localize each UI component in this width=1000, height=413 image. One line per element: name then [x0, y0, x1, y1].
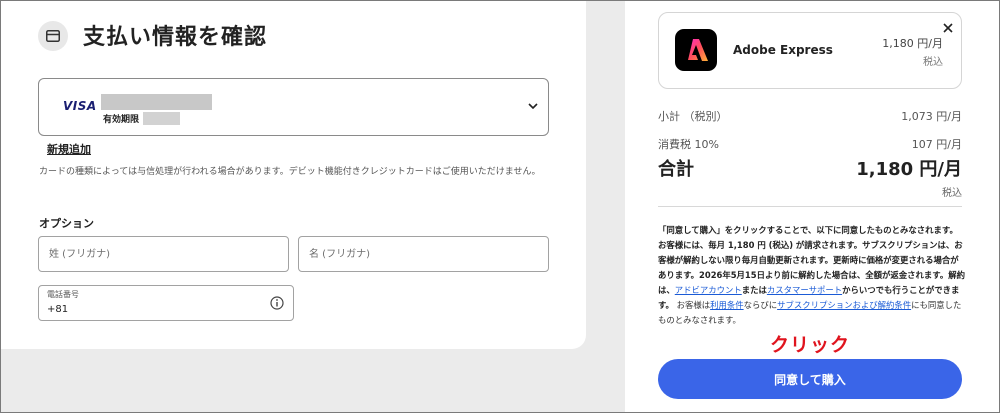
legal-text: 「同意して購入」をクリックすることで、以下に同意したものとみなされます。お客様に… [658, 223, 966, 328]
adobe-express-app-icon [675, 29, 717, 71]
expiry-redacted [143, 112, 180, 125]
info-icon[interactable] [270, 295, 284, 310]
chevron-down-icon[interactable] [526, 99, 540, 113]
options-heading: オプション [39, 217, 94, 230]
expiry-label: 有効期限 [103, 115, 140, 125]
product-name: Adobe Express [733, 43, 833, 57]
tax-value: 107 円/月 [911, 138, 962, 151]
phone-value[interactable]: +81 [47, 304, 68, 315]
visa-logo: VISA [63, 99, 97, 113]
card-notice: カードの種類によっては与信処理が行われる場合があります。デビット機能付きクレジッ… [39, 167, 541, 177]
close-icon[interactable] [942, 19, 954, 33]
subscription-terms-link[interactable]: サブスクリプションおよび解約条件 [777, 300, 911, 310]
legal-text-part: または [741, 285, 767, 295]
divider [658, 206, 962, 207]
total-tax-note: 税込 [942, 188, 962, 199]
legal-text-part: お客様は [676, 300, 711, 310]
total-value: 1,180 円/月 [856, 159, 962, 180]
page-title: 支払い情報を確認 [83, 25, 268, 50]
phone-field[interactable]: 電話番号 +81 [38, 285, 294, 321]
total-label: 合計 [658, 159, 694, 180]
customer-support-link[interactable]: カスタマーサポート [767, 285, 842, 295]
tax-row: 消費税 10% 107 円/月 [658, 136, 962, 154]
total-row: 合計 1,180 円/月 [658, 155, 962, 181]
first-name-kana-input[interactable] [299, 237, 548, 271]
subtotal-row: 小計 （税別） 1,073 円/月 [658, 108, 962, 126]
card-icon [38, 21, 68, 51]
product-price: 1,180 円/月 [882, 37, 943, 50]
payment-method-select[interactable]: VISA 有効期限 [38, 78, 549, 136]
product-card: Adobe Express 1,180 円/月 税込 [658, 12, 962, 89]
last-name-kana-input[interactable] [39, 237, 288, 271]
agree-and-purchase-button[interactable]: 同意して購入 [658, 359, 962, 399]
card-number-redacted [101, 94, 212, 110]
payment-panel: 支払い情報を確認 VISA 有効期限 新規追加 カードの種類によっては与信処理が… [1, 1, 586, 349]
tax-label: 消費税 10% [658, 138, 719, 151]
legal-text-part: ならびに [743, 300, 778, 310]
adobe-account-link[interactable]: アドビアカウント [675, 285, 742, 295]
add-new-card-link[interactable]: 新規追加 [47, 141, 91, 157]
terms-of-use-link[interactable]: 利用条件 [710, 300, 744, 310]
first-name-kana-field[interactable] [298, 236, 549, 272]
click-annotation: クリック [770, 334, 851, 356]
subtotal-value: 1,073 円/月 [901, 110, 962, 123]
last-name-kana-field[interactable] [38, 236, 289, 272]
product-tax-note: 税込 [923, 57, 943, 68]
subtotal-label: 小計 （税別） [658, 110, 728, 123]
phone-label: 電話番号 [47, 290, 79, 299]
